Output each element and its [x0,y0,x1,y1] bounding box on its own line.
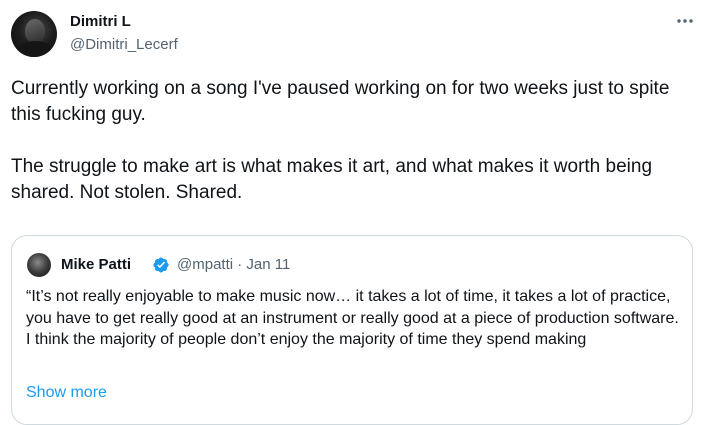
quoted-author-name[interactable]: Mike Patti [61,255,131,275]
quoted-text: “It’s not really enjoyable to make music… [26,288,679,348]
author-handle[interactable]: @Dimitri_Lecerf [70,35,178,55]
show-more-link[interactable]: Show more [26,383,107,403]
avatar-shoulders [15,41,55,57]
verified-badge-icon [153,257,169,273]
quoted-handle-date[interactable]: @mpatti · Jan 11 [177,255,290,275]
tweet-paragraph: The struggle to make art is what makes i… [11,156,653,203]
tweet: Dimitri L @Dimitri_Lecerf Currently work… [0,0,709,425]
more-options-button[interactable] [672,10,698,32]
author-avatar[interactable] [11,11,57,57]
author-display-name[interactable]: Dimitri L [70,12,131,32]
quoted-tweet[interactable]: Mike Patti @mpatti · Jan 11 “It’s not re… [11,235,693,425]
avatar-face [25,19,45,43]
ellipsis-icon [677,19,693,23]
tweet-text: Currently working on a song I've paused … [11,76,701,206]
tweet-paragraph: Currently working on a song I've paused … [11,78,670,125]
quoted-author-avatar[interactable] [27,253,51,277]
